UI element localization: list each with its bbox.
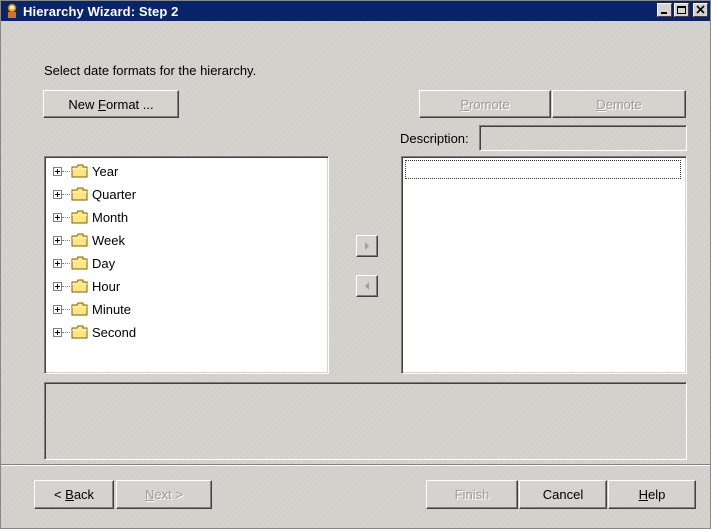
- expand-icon[interactable]: [53, 189, 62, 199]
- folder-icon: [71, 210, 88, 224]
- window-title: Hierarchy Wizard: Step 2: [23, 3, 179, 19]
- new-format-button[interactable]: New Format ...: [43, 90, 179, 118]
- tree-item-label: Month: [92, 209, 129, 225]
- promote-label: romote: [469, 96, 510, 112]
- details-panel: [44, 382, 687, 460]
- tree-connector: [62, 193, 70, 195]
- demote-label: emote: [605, 96, 642, 112]
- title-bar: Hierarchy Wizard: Step 2: [1, 1, 710, 21]
- triangle-left-icon: [365, 282, 369, 290]
- next-label-post: ext >: [154, 487, 183, 502]
- expand-icon[interactable]: [53, 304, 62, 314]
- expand-icon[interactable]: [53, 235, 62, 245]
- expand-icon[interactable]: [53, 258, 62, 268]
- maximize-icon: [677, 6, 686, 14]
- tree-item-label: Second: [92, 324, 137, 340]
- folder-icon: [71, 187, 88, 201]
- minimize-button[interactable]: [657, 3, 672, 17]
- tree-item-month[interactable]: Month: [53, 206, 128, 228]
- folder-icon: [71, 279, 88, 293]
- tree-connector: [62, 262, 70, 264]
- description-field[interactable]: [479, 125, 687, 151]
- close-icon: [696, 5, 705, 14]
- tree-item-label: Hour: [92, 278, 121, 294]
- triangle-right-icon: [365, 242, 369, 250]
- expand-icon[interactable]: [53, 212, 62, 222]
- new-format-label-post: ormat ...: [105, 96, 154, 112]
- tree-item-week[interactable]: Week: [53, 229, 125, 251]
- tree-connector: [62, 170, 70, 172]
- next-mnemonic: N: [145, 487, 155, 502]
- minimize-icon: [661, 12, 667, 14]
- tree-connector: [62, 331, 70, 333]
- tree-item-label: Week: [92, 232, 125, 248]
- selected-formats-list[interactable]: [401, 156, 687, 374]
- tree-item-hour[interactable]: Hour: [53, 275, 120, 297]
- tree-item-minute[interactable]: Minute: [53, 298, 131, 320]
- description-label: Description:: [400, 131, 469, 146]
- expand-icon[interactable]: [53, 166, 62, 176]
- tree-item-second[interactable]: Second: [53, 321, 136, 343]
- tree-item-day[interactable]: Day: [53, 252, 115, 274]
- help-mnemonic: H: [638, 487, 649, 502]
- wizard-window: Hierarchy Wizard: Step 2 Select date for…: [0, 0, 711, 529]
- demote-button[interactable]: Demote: [552, 90, 686, 118]
- tree-connector: [62, 308, 70, 310]
- expand-icon[interactable]: [53, 327, 62, 337]
- tree-item-label: Quarter: [92, 186, 137, 202]
- tree-item-year[interactable]: Year: [53, 160, 118, 182]
- available-formats-tree[interactable]: Year Quarter Month Week Day Hour Minute Second: [44, 156, 329, 374]
- folder-icon: [71, 325, 88, 339]
- maximize-button[interactable]: [674, 3, 689, 17]
- instruction-text: Select date formats for the hierarchy.: [44, 63, 257, 78]
- demote-mnemonic: D: [596, 96, 606, 112]
- promote-button[interactable]: Promote: [419, 90, 551, 118]
- back-label-pre: <: [53, 487, 66, 502]
- help-button[interactable]: Help: [608, 480, 696, 509]
- folder-icon: [71, 164, 88, 178]
- help-label-post: elp: [648, 487, 666, 502]
- finish-button[interactable]: Finish: [426, 480, 518, 509]
- button-separator: [1, 464, 710, 466]
- close-button[interactable]: [693, 3, 708, 17]
- cancel-button[interactable]: Cancel: [519, 480, 607, 509]
- wizard-app-icon: [7, 3, 17, 18]
- folder-icon: [71, 302, 88, 316]
- tree-item-label: Year: [92, 163, 119, 179]
- tree-connector: [62, 216, 70, 218]
- next-button[interactable]: Next >: [116, 480, 212, 509]
- new-format-mnemonic: F: [97, 96, 106, 112]
- window-controls: [657, 3, 708, 17]
- add-to-hierarchy-button[interactable]: [356, 235, 378, 257]
- back-button[interactable]: < Back: [34, 480, 114, 509]
- folder-icon: [71, 233, 88, 247]
- tree-connector: [62, 239, 70, 241]
- back-label-post: ack: [73, 487, 95, 502]
- tree-item-label: Day: [92, 255, 116, 271]
- cancel-label: Cancel: [542, 487, 584, 502]
- remove-from-hierarchy-button[interactable]: [356, 275, 378, 297]
- tree-item-label: Minute: [92, 301, 132, 317]
- promote-mnemonic: P: [460, 96, 470, 112]
- new-format-label-pre: New: [68, 96, 98, 112]
- finish-label: Finish: [454, 487, 490, 502]
- list-focus-row: [405, 160, 681, 179]
- tree-connector: [62, 285, 70, 287]
- expand-icon[interactable]: [53, 281, 62, 291]
- tree-item-quarter[interactable]: Quarter: [53, 183, 136, 205]
- folder-icon: [71, 256, 88, 270]
- back-mnemonic: B: [65, 487, 74, 502]
